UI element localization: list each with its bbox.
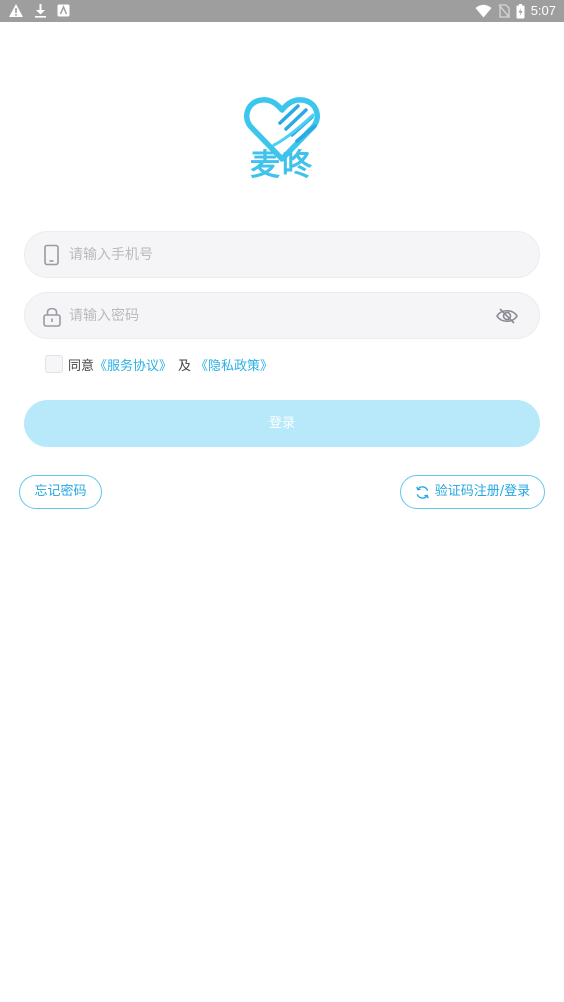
forgot-password-button[interactable]: 忘记密码 bbox=[19, 475, 102, 509]
agreement-prefix: 同意 bbox=[68, 358, 95, 374]
phone-input[interactable] bbox=[69, 232, 489, 277]
sms-login-label: 验证码注册/登录 bbox=[434, 484, 531, 499]
sms-login-button[interactable]: 验证码注册/登录 bbox=[400, 475, 545, 509]
status-time: 5:07 bbox=[530, 3, 556, 18]
no-sim-icon bbox=[498, 4, 510, 18]
agreement-checkbox[interactable] bbox=[45, 355, 63, 373]
service-agreement-link[interactable]: 《服务协议》 bbox=[94, 355, 172, 374]
status-bar-right: 5:07 bbox=[475, 3, 556, 19]
agreement-row: 同意 《服务协议》 及 《隐私政策》 bbox=[45, 354, 273, 374]
lock-icon bbox=[43, 307, 61, 327]
privacy-policy-link[interactable]: 《隐私政策》 bbox=[195, 355, 273, 374]
warning-icon bbox=[9, 4, 23, 17]
login-button[interactable]: 登录 bbox=[24, 400, 540, 447]
brand-name: 麦咚 bbox=[250, 148, 314, 183]
status-bar-left bbox=[8, 3, 70, 18]
password-field[interactable] bbox=[24, 292, 540, 339]
phone-icon bbox=[44, 244, 59, 266]
password-input[interactable] bbox=[69, 293, 489, 338]
refresh-icon bbox=[416, 485, 429, 499]
phone-field[interactable] bbox=[24, 231, 540, 278]
wifi-icon bbox=[475, 4, 492, 18]
status-bar: 5:07 bbox=[0, 0, 564, 22]
battery-icon bbox=[516, 3, 525, 18]
app-notification-icon bbox=[57, 4, 70, 17]
download-icon bbox=[35, 4, 46, 18]
eye-icon[interactable] bbox=[495, 306, 519, 326]
agreement-and: 及 bbox=[178, 358, 192, 374]
